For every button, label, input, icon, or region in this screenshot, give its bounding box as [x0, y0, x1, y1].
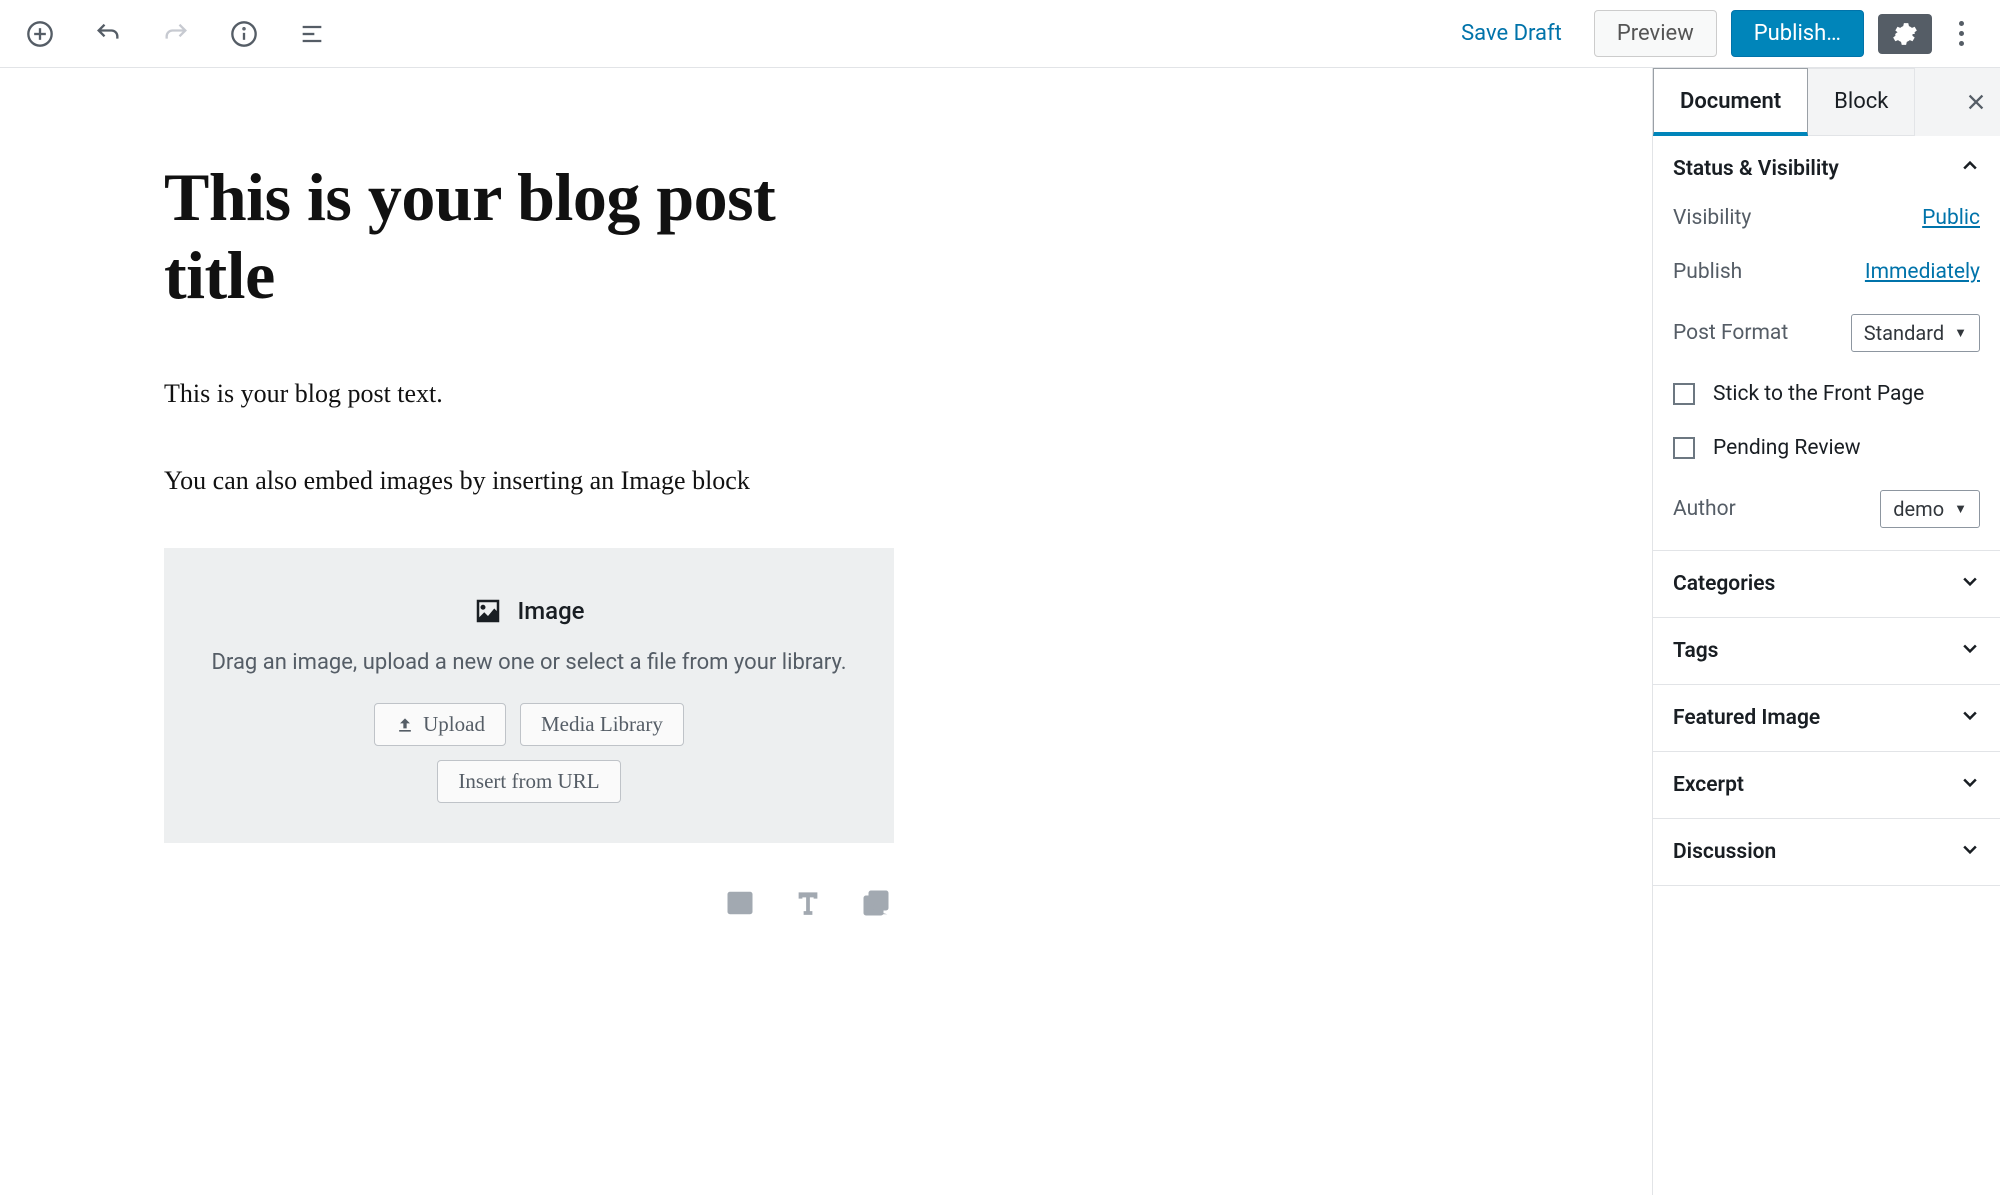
redo-button[interactable]: [156, 14, 196, 54]
add-block-button[interactable]: [20, 14, 60, 54]
editor-canvas: This is your blog post title This is you…: [0, 68, 1652, 1195]
panel-discussion: Discussion: [1653, 819, 2000, 886]
panel-title: Discussion: [1673, 840, 1776, 864]
undo-button[interactable]: [88, 14, 128, 54]
block-inserter-row: [164, 885, 894, 921]
panel-categories: Categories: [1653, 551, 2000, 618]
panel-featured-image-header[interactable]: Featured Image: [1653, 685, 2000, 751]
post-format-value: Standard: [1864, 321, 1944, 345]
panel-title: Categories: [1673, 572, 1775, 596]
stick-checkbox[interactable]: [1673, 383, 1695, 405]
text-icon: [793, 888, 823, 918]
post-format-select[interactable]: Standard ▼: [1851, 314, 1980, 352]
panel-tags-header[interactable]: Tags: [1653, 618, 2000, 684]
panel-status-visibility-header[interactable]: Status & Visibility: [1653, 136, 2000, 202]
pending-checkbox[interactable]: [1673, 437, 1695, 459]
tab-block[interactable]: Block: [1808, 68, 1915, 136]
author-row: Author demo ▼: [1673, 490, 1980, 528]
panel-title: Featured Image: [1673, 706, 1820, 730]
dropdown-triangle-icon: ▼: [1954, 325, 1967, 341]
media-library-button[interactable]: Media Library: [520, 703, 684, 746]
close-icon: [1965, 91, 1987, 113]
visibility-row: Visibility Public: [1673, 206, 1980, 230]
preview-button[interactable]: Preview: [1594, 10, 1717, 57]
chevron-down-icon: [1960, 772, 1980, 798]
panel-title: Tags: [1673, 639, 1718, 663]
dropdown-triangle-icon: ▼: [1954, 501, 1967, 517]
toolbar-right: Save Draft Preview Publish…: [1443, 10, 1976, 57]
sidebar-tabs: Document Block: [1653, 68, 2000, 136]
upload-button[interactable]: Upload: [374, 703, 506, 746]
panel-discussion-header[interactable]: Discussion: [1653, 819, 2000, 885]
post-paragraph-1[interactable]: This is your blog post text.: [164, 374, 894, 413]
settings-sidebar: Document Block Status & Visibility Visib…: [1652, 68, 2000, 1195]
chevron-up-icon: [1960, 156, 1980, 182]
settings-toggle-button[interactable]: [1878, 14, 1932, 54]
post-format-label: Post Format: [1673, 321, 1788, 345]
publish-value[interactable]: Immediately: [1865, 260, 1980, 284]
chevron-down-icon: [1960, 705, 1980, 731]
panel-status-body: Visibility Public Publish Immediately Po…: [1653, 202, 2000, 550]
image-outline-icon: [725, 888, 755, 918]
image-block-buttons: Upload Media Library: [194, 703, 864, 746]
panel-status-visibility: Status & Visibility Visibility Public Pu…: [1653, 136, 2000, 551]
post-format-row: Post Format Standard ▼: [1673, 314, 1980, 352]
publish-row: Publish Immediately: [1673, 260, 1980, 284]
visibility-value[interactable]: Public: [1922, 206, 1980, 230]
tab-document[interactable]: Document: [1653, 68, 1808, 136]
insert-gallery-shortcut[interactable]: [858, 885, 894, 921]
image-block-buttons-2: Insert from URL: [194, 760, 864, 803]
image-block-header: Image: [194, 596, 864, 626]
panel-title: Excerpt: [1673, 773, 1744, 797]
publish-label: Publish: [1673, 260, 1742, 284]
insert-from-url-button[interactable]: Insert from URL: [437, 760, 620, 803]
author-value: demo: [1893, 497, 1944, 521]
gear-icon: [1892, 21, 1918, 47]
panel-excerpt-header[interactable]: Excerpt: [1653, 752, 2000, 818]
main-layout: This is your blog post title This is you…: [0, 68, 2000, 1195]
stick-checkbox-row[interactable]: Stick to the Front Page: [1673, 382, 1980, 406]
pending-checkbox-row[interactable]: Pending Review: [1673, 436, 1980, 460]
author-select[interactable]: demo ▼: [1880, 490, 1980, 528]
image-block-label: Image: [517, 597, 584, 625]
info-button[interactable]: [224, 14, 264, 54]
top-toolbar: Save Draft Preview Publish…: [0, 0, 2000, 68]
insert-image-shortcut[interactable]: [722, 885, 758, 921]
publish-button[interactable]: Publish…: [1731, 10, 1864, 57]
more-options-button[interactable]: [1946, 14, 1976, 54]
post-content: This is your blog post title This is you…: [164, 158, 894, 843]
panel-excerpt: Excerpt: [1653, 752, 2000, 819]
panel-title: Status & Visibility: [1673, 157, 1839, 181]
visibility-label: Visibility: [1673, 206, 1751, 230]
gallery-icon: [861, 888, 891, 918]
post-title[interactable]: This is your blog post title: [164, 158, 894, 314]
post-paragraph-2[interactable]: You can also embed images by inserting a…: [164, 461, 894, 500]
upload-button-label: Upload: [423, 712, 485, 737]
panel-tags: Tags: [1653, 618, 2000, 685]
pending-label: Pending Review: [1713, 436, 1861, 460]
insert-heading-shortcut[interactable]: [790, 885, 826, 921]
chevron-down-icon: [1960, 839, 1980, 865]
panel-categories-header[interactable]: Categories: [1653, 551, 2000, 617]
close-sidebar-button[interactable]: [1952, 68, 2000, 136]
panel-featured-image: Featured Image: [1653, 685, 2000, 752]
image-block-placeholder[interactable]: Image Drag an image, upload a new one or…: [164, 548, 894, 843]
stick-label: Stick to the Front Page: [1713, 382, 1924, 406]
author-label: Author: [1673, 497, 1736, 521]
toolbar-left: [16, 14, 332, 54]
image-icon: [473, 596, 503, 626]
save-draft-button[interactable]: Save Draft: [1443, 13, 1580, 54]
chevron-down-icon: [1960, 638, 1980, 664]
image-block-description: Drag an image, upload a new one or selec…: [194, 650, 864, 675]
chevron-down-icon: [1960, 571, 1980, 597]
upload-icon: [395, 715, 415, 735]
outline-button[interactable]: [292, 14, 332, 54]
